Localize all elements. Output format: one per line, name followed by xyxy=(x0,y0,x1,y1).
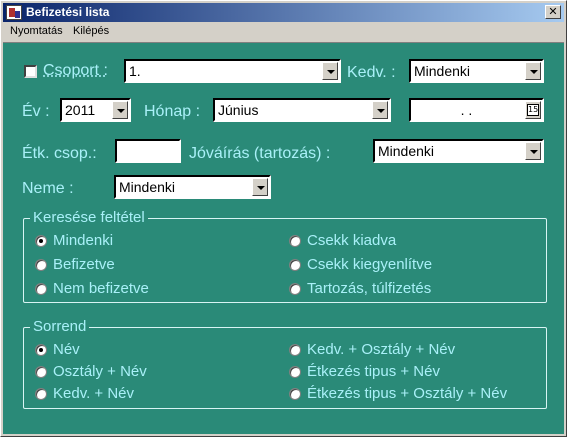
sorrend-group-title: Sorrend xyxy=(30,317,90,337)
radio-csekk-kiadva[interactable] xyxy=(289,235,301,247)
calendar-button[interactable]: 15 xyxy=(525,101,541,119)
radio-nem-befizetve[interactable] xyxy=(35,283,47,295)
csoport-label: Csoport : xyxy=(43,62,108,79)
radio-label-mindenki[interactable]: Mindenki xyxy=(53,232,113,250)
radio-mindenki[interactable] xyxy=(35,235,47,247)
chevron-down-icon[interactable] xyxy=(252,178,268,196)
etk-csop-input[interactable] xyxy=(115,139,181,163)
neme-value: Mindenki xyxy=(119,179,176,195)
form-area: Csoport : 1. Kedv. : Mindenki Év : 2011 … xyxy=(3,42,564,434)
radio-nev[interactable] xyxy=(35,344,47,356)
chevron-down-icon[interactable] xyxy=(112,101,128,119)
kereses-group-title: Keresése feltétel xyxy=(30,208,148,228)
radio-etkezes-tipus-nev[interactable] xyxy=(289,366,301,378)
neme-label: Neme : xyxy=(22,180,74,197)
menu-kilepes[interactable]: Kilépés xyxy=(73,25,109,37)
menu-bar: Nyomtatás Kilépés xyxy=(3,23,564,41)
radio-label-nem-befizetve[interactable]: Nem befizetve xyxy=(53,280,149,298)
radio-etkezes-tipus-osztaly-nev[interactable] xyxy=(289,388,301,400)
window-title: Befizetési lista xyxy=(26,5,110,19)
title-bar[interactable]: Befizetési lista ✕ xyxy=(3,3,564,22)
etk-csop-label: Étk. csop.: xyxy=(22,145,97,162)
radio-csekk-kiegyenlitve[interactable] xyxy=(289,259,301,271)
chevron-down-icon[interactable] xyxy=(372,101,388,119)
radio-label-etkezes-tipus-osztaly-nev[interactable]: Étkezés tipus + Osztály + Név xyxy=(307,385,507,403)
main-window: Befizetési lista ✕ Nyomtatás Kilépés Cso… xyxy=(0,0,567,437)
kedv-value: Mindenki xyxy=(414,63,471,79)
csoport-value: 1. xyxy=(129,63,141,79)
neme-combo[interactable]: Mindenki xyxy=(114,175,271,199)
kereses-group: Keresése feltétel Mindenki Befizetve Nem… xyxy=(23,208,547,303)
calendar-icon: 15 xyxy=(527,104,539,116)
honap-label: Hónap : xyxy=(144,103,201,120)
chevron-down-icon[interactable] xyxy=(322,62,338,80)
chevron-down-icon[interactable] xyxy=(525,62,541,80)
chevron-down-icon[interactable] xyxy=(525,142,541,160)
radio-befizetve[interactable] xyxy=(35,259,47,271)
jovairas-value: Mindenki xyxy=(378,143,435,159)
radio-label-tartozas-tulfizetes[interactable]: Tartozás, túlfizetés xyxy=(307,280,431,298)
radio-label-csekk-kiegyenlitve[interactable]: Csekk kiegyenlítve xyxy=(307,256,432,274)
csoport-checkbox[interactable] xyxy=(24,65,37,78)
date-field[interactable]: . . 15 xyxy=(409,98,544,122)
honap-value: Június xyxy=(218,102,259,118)
radio-osztaly-nev[interactable] xyxy=(35,366,47,378)
radio-label-kedv-osztaly-nev[interactable]: Kedv. + Osztály + Név xyxy=(307,341,455,359)
ev-label: Év : xyxy=(22,103,50,120)
radio-label-befizetve[interactable]: Befizetve xyxy=(53,256,115,274)
close-button[interactable]: ✕ xyxy=(545,5,561,19)
radio-tartozas-tulfizetes[interactable] xyxy=(289,283,301,295)
app-icon xyxy=(6,5,22,20)
kedv-label: Kedv. : xyxy=(347,64,396,81)
sorrend-group: Sorrend Név Osztály + Név Kedv. + Név Ke… xyxy=(23,317,547,409)
jovairas-label: Jóváírás (tartozás) : xyxy=(189,145,331,162)
radio-label-osztaly-nev[interactable]: Osztály + Név xyxy=(53,363,147,381)
radio-label-etkezes-tipus-nev[interactable]: Étkezés tipus + Név xyxy=(307,363,440,381)
ev-combo[interactable]: 2011 xyxy=(60,98,131,122)
radio-kedv-nev[interactable] xyxy=(35,388,47,400)
honap-combo[interactable]: Június xyxy=(213,98,391,122)
radio-kedv-osztaly-nev[interactable] xyxy=(289,344,301,356)
radio-label-kedv-nev[interactable]: Kedv. + Név xyxy=(53,385,134,403)
csoport-combo[interactable]: 1. xyxy=(124,59,341,83)
radio-label-csekk-kiadva[interactable]: Csekk kiadva xyxy=(307,232,396,250)
jovairas-combo[interactable]: Mindenki xyxy=(373,139,544,163)
ev-value: 2011 xyxy=(65,102,96,118)
menu-nyomtatas[interactable]: Nyomtatás xyxy=(10,25,63,37)
kedv-combo[interactable]: Mindenki xyxy=(409,59,544,83)
date-value: . . xyxy=(460,102,473,118)
radio-label-nev[interactable]: Név xyxy=(53,341,80,359)
